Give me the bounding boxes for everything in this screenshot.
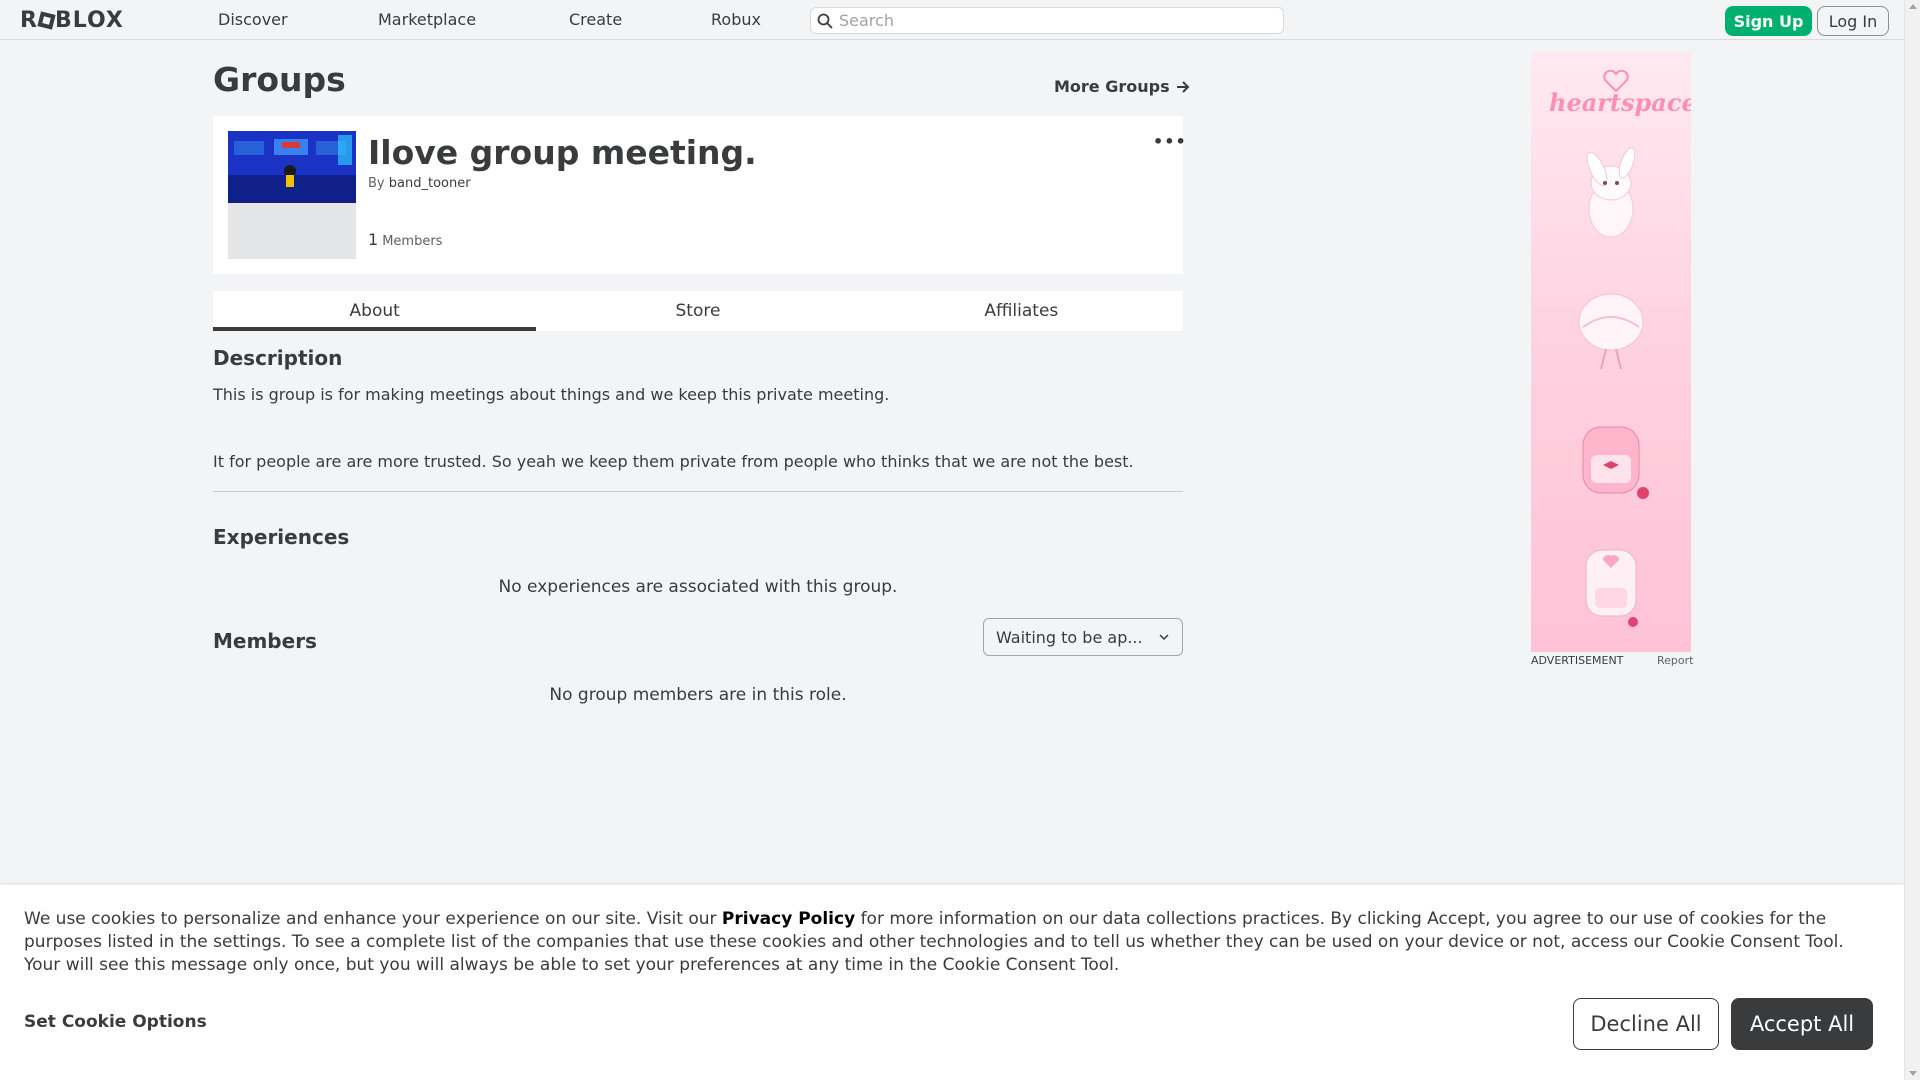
logo-text-blox: BLOX [54, 7, 124, 33]
more-groups-link[interactable]: More Groups [1054, 77, 1190, 96]
more-groups-label: More Groups [1054, 77, 1170, 96]
search-box [810, 7, 1284, 34]
experiences-empty-message: No experiences are associated with this … [498, 577, 898, 597]
logo-text-r: R [20, 7, 38, 33]
advertisement-label: ADVERTISEMENT [1531, 654, 1624, 667]
description-heading: Description [213, 346, 343, 370]
strawberry-backpack-image [1582, 426, 1649, 499]
scroll-up-arrow-icon[interactable] [1909, 4, 1917, 9]
nav-marketplace[interactable]: Marketplace [378, 10, 476, 29]
log-in-button[interactable]: Log In [1817, 6, 1889, 36]
privacy-policy-link[interactable]: Privacy Policy [722, 909, 855, 929]
section-divider [213, 491, 1183, 492]
description-line-2: It for people are are more trusted. So y… [213, 452, 1134, 471]
more-options-icon[interactable]: ••• [1153, 132, 1187, 151]
member-count-label: Members [382, 234, 443, 249]
tab-about[interactable]: About [213, 291, 537, 331]
top-navigation-bar: R BLOX Discover Marketplace Create Robux… [0, 0, 1904, 40]
chevron-down-icon [1159, 634, 1169, 641]
cookie-consent-banner: We use cookies to personalize and enhanc… [0, 885, 1904, 1080]
search-icon[interactable] [811, 7, 839, 34]
sign-up-button[interactable]: Sign Up [1725, 6, 1812, 36]
search-input[interactable] [839, 11, 1259, 30]
tab-affiliates[interactable]: Affiliates [860, 291, 1183, 331]
owner-link[interactable]: band_tooner [389, 176, 471, 191]
ad-report-link[interactable]: Report [1657, 654, 1693, 667]
nav-robux[interactable]: Robux [711, 10, 761, 29]
role-select-dropdown[interactable]: Waiting to be ap... [983, 618, 1183, 656]
group-header-card: Ilove group meeting. By band_tooner 1 Mem… [213, 116, 1186, 274]
advertisement-banner[interactable]: heartspace [1531, 52, 1691, 652]
description-line-1: This is group is for making meetings abo… [213, 385, 890, 404]
arrow-right-icon [1176, 80, 1190, 93]
group-emblem [228, 131, 356, 259]
heart-icon [1603, 70, 1629, 92]
experiences-heading: Experiences [213, 525, 350, 549]
cookie-message: We use cookies to personalize and enhanc… [24, 908, 1884, 977]
scroll-down-arrow-icon[interactable] [1909, 1071, 1917, 1076]
decline-all-button[interactable]: Decline All [1573, 998, 1719, 1050]
group-emblem-image [228, 131, 356, 203]
owner-prefix: By [368, 176, 385, 191]
group-owner: By band_tooner [368, 176, 471, 191]
logo-o-icon [37, 10, 56, 30]
set-cookie-options-link[interactable]: Set Cookie Options [24, 1012, 207, 1032]
nav-discover[interactable]: Discover [218, 10, 288, 29]
bonnet-accessory-image [1578, 293, 1644, 370]
roblox-logo[interactable]: R BLOX [20, 7, 124, 33]
members-heading: Members [213, 629, 317, 653]
role-select-value: Waiting to be ap... [996, 627, 1143, 647]
ad-brand-logo: heartspace [1549, 88, 1691, 117]
accept-all-button[interactable]: Accept All [1731, 998, 1873, 1050]
members-empty-message: No group members are in this role. [549, 685, 847, 705]
group-name: Ilove group meeting. [368, 133, 757, 172]
page-title: Groups [213, 60, 346, 99]
page-scrollbar[interactable] [1904, 0, 1920, 1080]
pink-backpack-image [1585, 549, 1638, 627]
member-count-value: 1 [368, 230, 379, 249]
group-member-count: 1 Members [368, 230, 442, 249]
nav-create[interactable]: Create [569, 10, 622, 29]
bunny-plush-image [1586, 147, 1636, 238]
group-tabs: About Store Affiliates [213, 291, 1183, 331]
cookie-text-before: We use cookies to personalize and enhanc… [24, 909, 722, 929]
tab-store[interactable]: Store [536, 291, 859, 331]
